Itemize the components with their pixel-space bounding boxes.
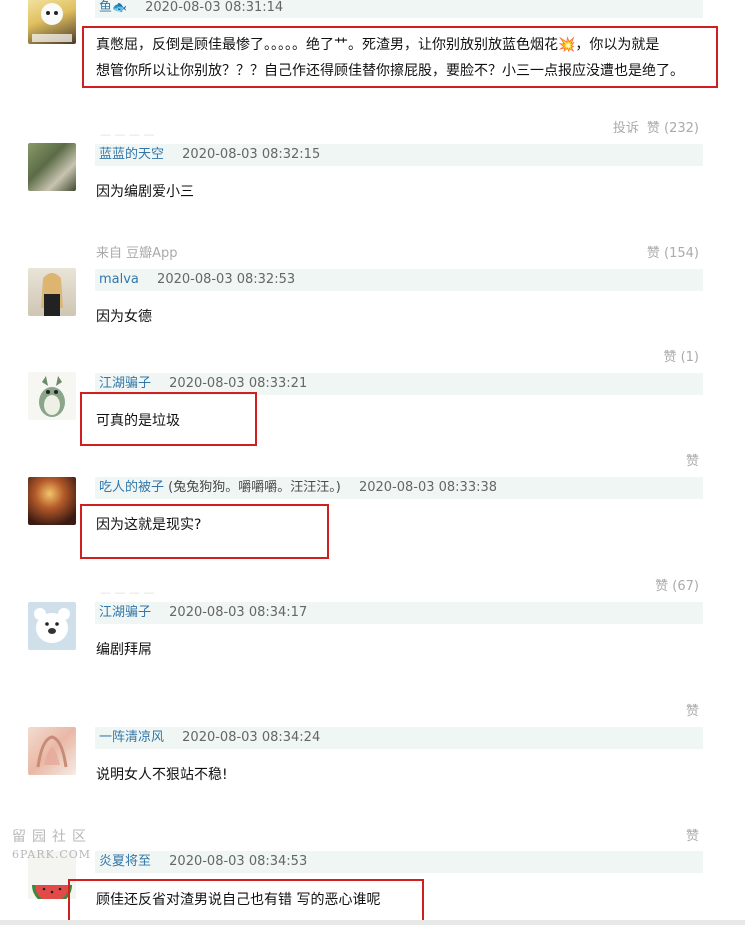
avatar[interactable] <box>28 268 76 316</box>
comment-actions: 赞 <box>678 700 699 719</box>
comment-meta: 一阵清凉风 2020-08-03 08:34:24 <box>95 727 703 749</box>
comment-meta: malva 2020-08-03 08:32:53 <box>95 269 703 291</box>
like-button[interactable]: 赞 <box>686 829 699 844</box>
comment-time: 2020-08-03 08:34:53 <box>169 854 308 869</box>
like-button[interactable]: 赞 <box>686 454 699 469</box>
comment-username[interactable]: 一阵清凉风 <box>99 730 164 745</box>
comment-actions: 赞 <box>678 450 699 469</box>
avatar[interactable] <box>28 143 76 191</box>
highlight-box <box>82 26 718 88</box>
comment-username[interactable]: 鱼 <box>99 0 112 15</box>
avatar[interactable] <box>28 727 76 775</box>
comment-content: 编剧拜屌 <box>96 642 152 658</box>
comment-actions: 赞 (154) <box>639 242 699 261</box>
comment-actions: 赞 (67) <box>647 575 699 594</box>
comment-time: 2020-08-03 08:33:21 <box>169 376 308 391</box>
comment-time: 2020-08-03 08:31:14 <box>145 0 284 15</box>
watermark-line: 6PARK.COM <box>12 848 92 861</box>
comment-actions: 赞 (1) <box>655 346 699 365</box>
comment-time: 2020-08-03 08:32:15 <box>182 147 321 162</box>
bottom-edge-divider <box>0 920 745 925</box>
faint-ghost-text: — — — — <box>100 586 155 599</box>
comment-time: 2020-08-03 08:34:17 <box>169 605 308 620</box>
comment-username[interactable]: 炎夏将至 <box>99 854 151 869</box>
comment-source: 来自 豆瓣App <box>96 246 178 261</box>
fish-emoji-icon: 🐟 <box>112 0 127 14</box>
watermark-line: 留园社区 <box>12 829 92 845</box>
comment-content: 说明女人不狠站不稳! <box>96 767 228 783</box>
comment-meta: 炎夏将至 2020-08-03 08:34:53 <box>95 851 703 873</box>
like-button[interactable]: 赞 <box>686 704 699 719</box>
comment-actions: 赞 <box>678 825 699 844</box>
highlight-box <box>80 504 329 559</box>
like-button[interactable]: 赞 (232) <box>647 121 699 136</box>
highlight-box <box>80 392 257 446</box>
comment-actions: 投诉赞 (232) <box>605 117 699 136</box>
comment-user-signature: (兔兔狗狗。嚼嚼嚼。汪汪汪。) <box>168 480 341 495</box>
avatar[interactable] <box>28 0 76 44</box>
highlight-box <box>68 879 424 924</box>
comment-time: 2020-08-03 08:32:53 <box>157 272 296 287</box>
site-watermark: 留园社区 6PARK.COM <box>12 826 92 861</box>
comment-username[interactable]: 江湖骗子 <box>99 376 151 391</box>
comment-username[interactable]: malva <box>99 272 139 287</box>
like-button[interactable]: 赞 (67) <box>655 579 699 594</box>
comment-meta: 吃人的被子 (兔兔狗狗。嚼嚼嚼。汪汪汪。) 2020-08-03 08:33:3… <box>95 477 703 499</box>
comment-content: 因为女德 <box>96 309 152 325</box>
like-button[interactable]: 赞 (154) <box>647 246 699 261</box>
comment-meta: 蓝蓝的天空 2020-08-03 08:32:15 <box>95 144 703 166</box>
comment-username[interactable]: 江湖骗子 <box>99 605 151 620</box>
avatar[interactable] <box>28 602 76 650</box>
comment-time: 2020-08-03 08:34:24 <box>182 730 321 745</box>
avatar[interactable] <box>28 477 76 525</box>
avatar[interactable] <box>28 372 76 420</box>
faint-ghost-text: — — — — <box>100 128 155 141</box>
comment-meta: 鱼🐟 2020-08-03 08:31:14 <box>95 0 703 18</box>
like-button[interactable]: 赞 (1) <box>663 350 699 365</box>
comment-meta: 江湖骗子 2020-08-03 08:34:17 <box>95 602 703 624</box>
report-button[interactable]: 投诉 <box>613 121 639 136</box>
comment-content: 因为编剧爱小三 <box>96 184 194 200</box>
comment-time: 2020-08-03 08:33:38 <box>358 480 498 495</box>
comment-username[interactable]: 蓝蓝的天空 <box>99 147 164 162</box>
comment-username[interactable]: 吃人的被子 <box>99 480 164 495</box>
